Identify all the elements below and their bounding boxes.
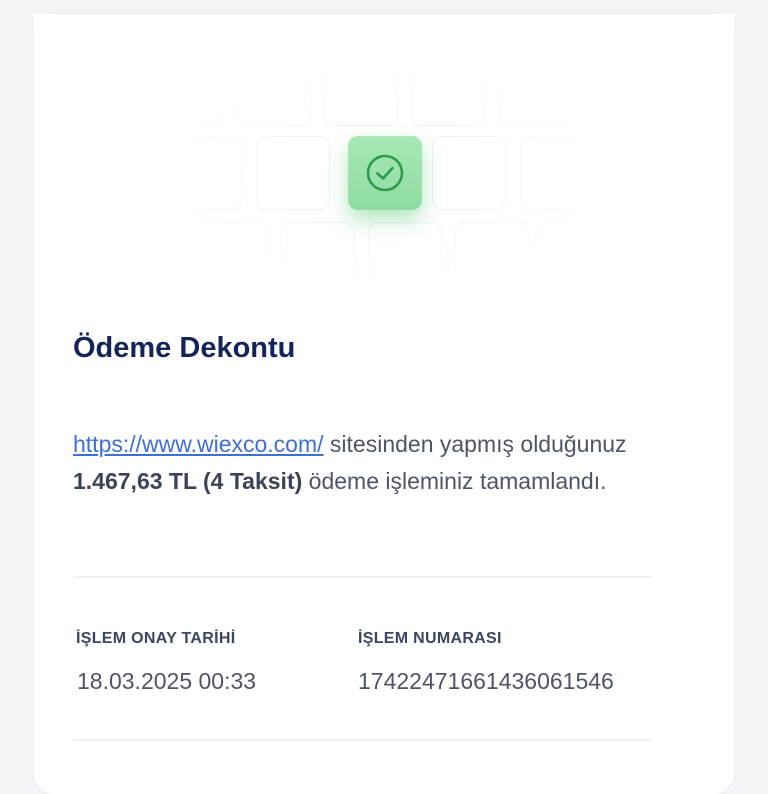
receipt-card: Ödeme Dekontu https://www.wiexco.com/ si… xyxy=(34,14,734,794)
description-text-end: ödeme işleminiz tamamlandı. xyxy=(302,468,607,494)
approval-date-value: 18.03.2025 00:33 xyxy=(77,668,257,694)
page-title: Ödeme Dekontu xyxy=(73,332,296,364)
background-tile xyxy=(411,52,485,126)
background-tile xyxy=(150,52,224,126)
payment-description: https://www.wiexco.com/ sitesinden yapmı… xyxy=(73,426,693,500)
divider xyxy=(73,576,651,578)
background-tile xyxy=(542,222,616,296)
background-tile xyxy=(368,222,442,296)
background-tile xyxy=(194,222,268,296)
check-circle-icon xyxy=(366,154,404,192)
transaction-number-value: 17422471661436061546 xyxy=(358,668,614,694)
success-illustration xyxy=(34,14,734,314)
background-tile xyxy=(498,52,572,126)
background-tile xyxy=(168,136,242,210)
background-tile xyxy=(281,222,355,296)
payment-amount: 1.467,63 TL (4 Taksit) xyxy=(73,468,303,494)
success-tile xyxy=(348,136,422,210)
approval-date-label: İŞLEM ONAY TARİHİ xyxy=(76,630,236,647)
background-tile xyxy=(237,52,311,126)
background-tile xyxy=(432,136,506,210)
background-tile xyxy=(520,136,594,210)
background-tile xyxy=(455,222,529,296)
background-tile xyxy=(256,136,330,210)
divider xyxy=(73,739,651,741)
merchant-link[interactable]: https://www.wiexco.com/ xyxy=(73,431,324,457)
background-tile xyxy=(324,52,398,126)
transaction-number-label: İŞLEM NUMARASI xyxy=(358,630,502,647)
description-text: sitesinden yapmış olduğunuz xyxy=(323,431,627,457)
